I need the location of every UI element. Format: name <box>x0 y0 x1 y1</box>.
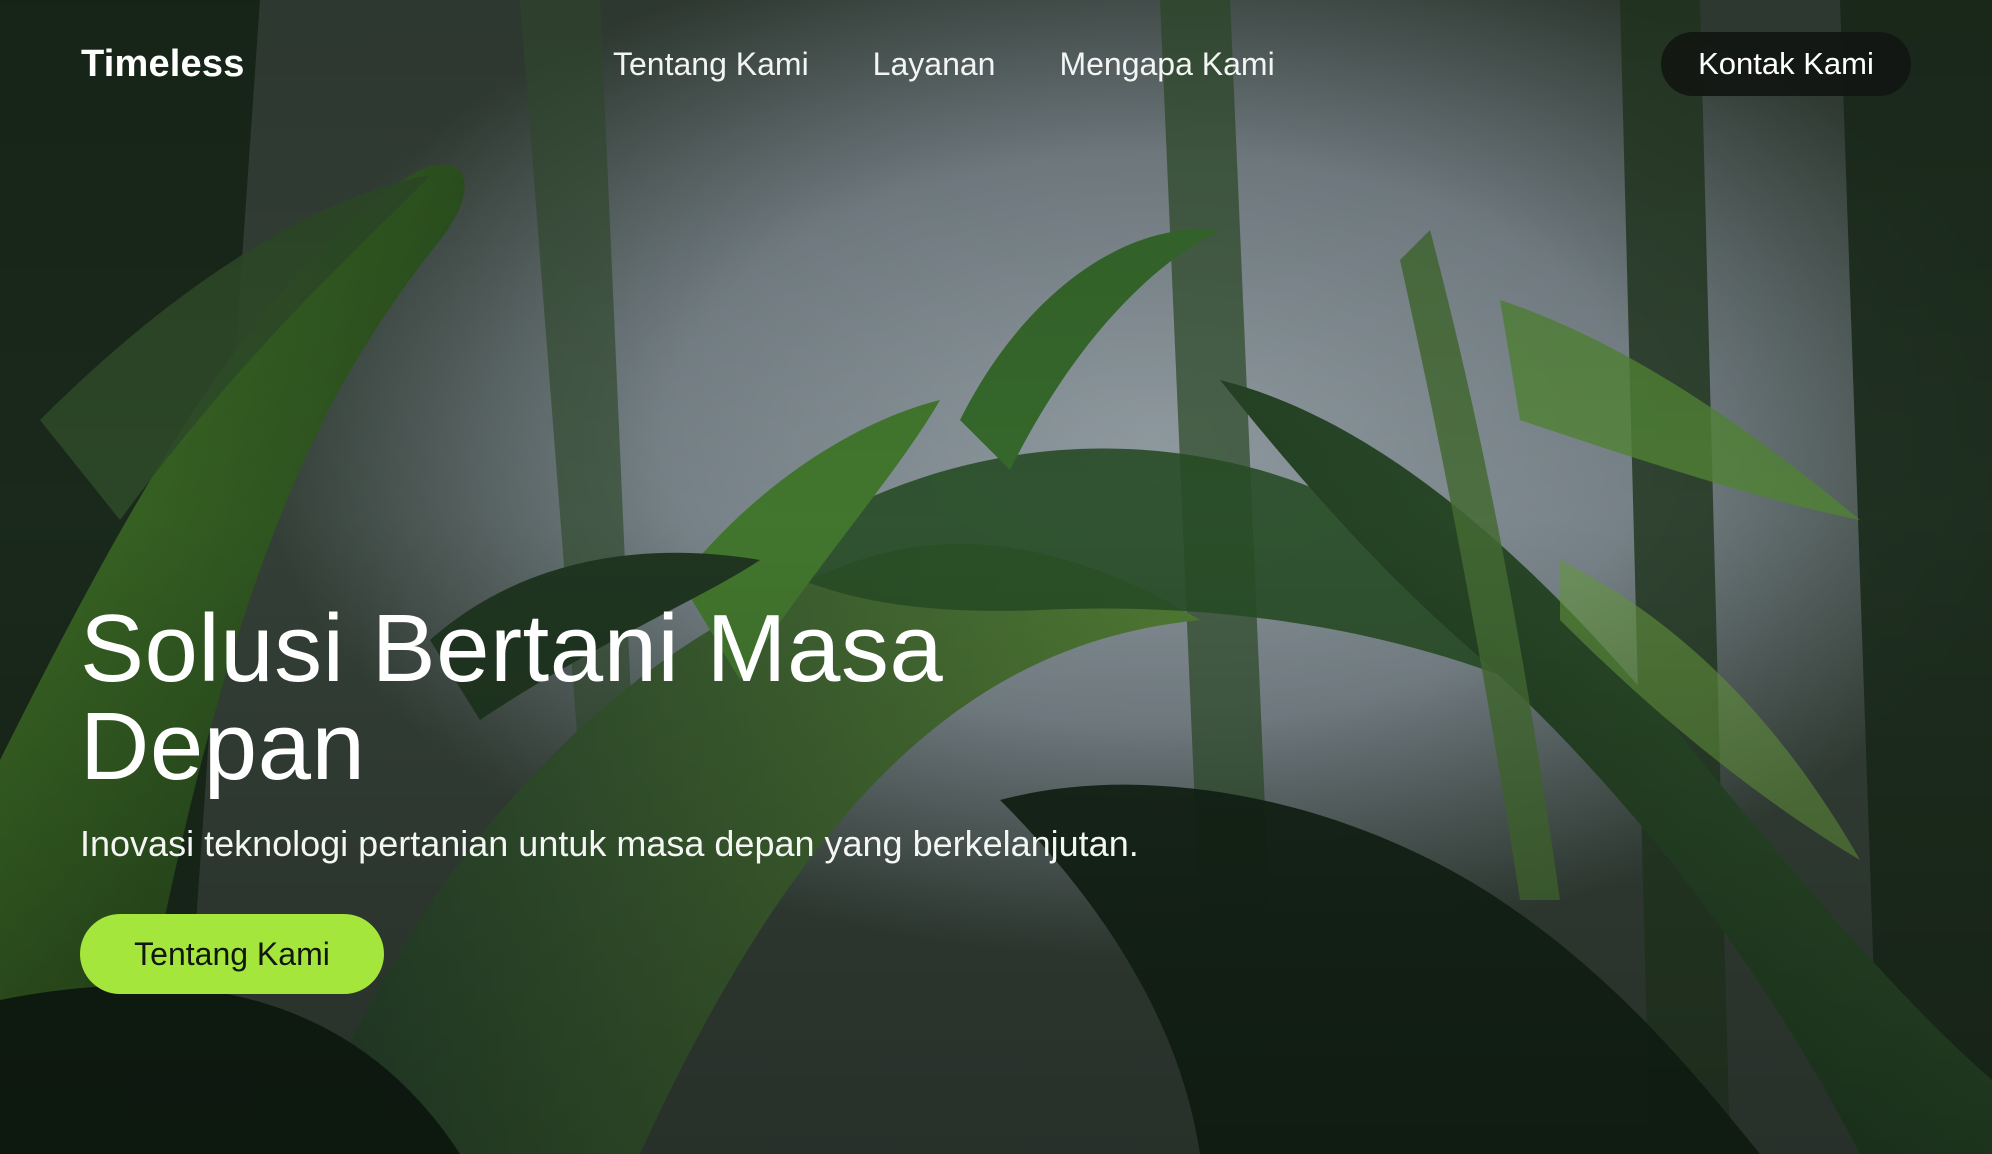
nav-link-tentang-kami[interactable]: Tentang Kami <box>613 40 809 88</box>
brand-logo[interactable]: Timeless <box>81 40 245 88</box>
top-navigation: Timeless Tentang Kami Layanan Mengapa Ka… <box>0 0 1992 130</box>
nav-link-mengapa-kami[interactable]: Mengapa Kami <box>1059 40 1274 88</box>
contact-button[interactable]: Kontak Kami <box>1661 32 1911 96</box>
about-cta-button[interactable]: Tentang Kami <box>80 914 384 994</box>
hero-section: Timeless Tentang Kami Layanan Mengapa Ka… <box>0 0 1992 1154</box>
hero-subtitle: Inovasi teknologi pertanian untuk masa d… <box>80 823 1139 864</box>
nav-link-layanan[interactable]: Layanan <box>873 40 996 88</box>
hero-title: Solusi Bertani Masa Depan <box>80 595 944 800</box>
nav-links: Tentang Kami Layanan Mengapa Kami <box>613 40 1275 88</box>
